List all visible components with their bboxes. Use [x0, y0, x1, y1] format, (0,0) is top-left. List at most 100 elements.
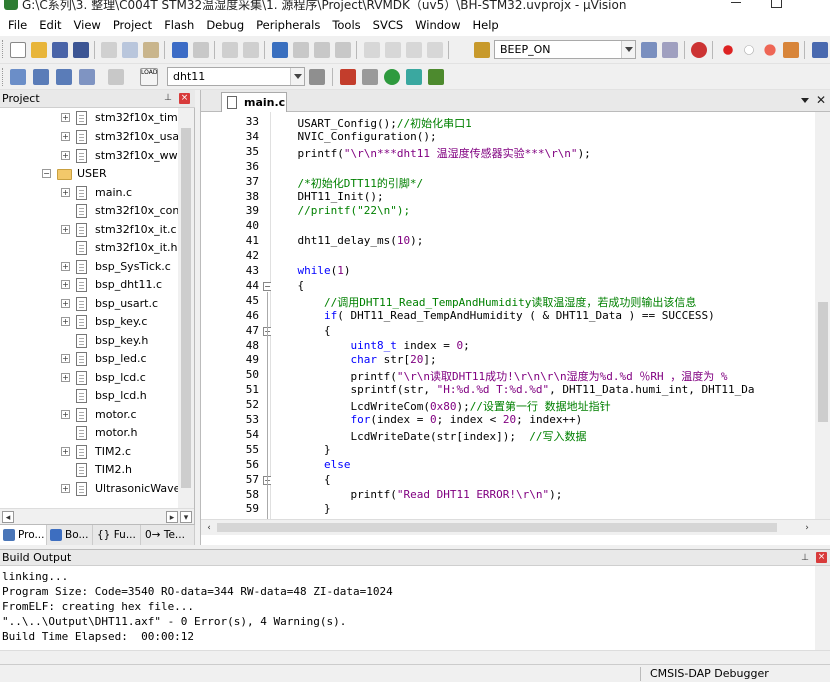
comment-icon[interactable] — [406, 42, 422, 58]
tree-item[interactable]: + stm32f10x_it.c — [0, 221, 178, 239]
chevron-down-icon[interactable] — [621, 41, 635, 58]
save-icon[interactable] — [52, 42, 68, 58]
pin-icon[interactable]: ⊥ — [163, 93, 173, 103]
tree-folder-user[interactable]: − USER — [0, 165, 178, 183]
bookmark-icon[interactable] — [272, 42, 288, 58]
redo-icon[interactable] — [193, 42, 209, 58]
close-icon[interactable]: × — [816, 552, 827, 563]
menu-view[interactable]: View — [68, 14, 107, 36]
chevron-down-icon[interactable] — [290, 68, 304, 85]
tree-item[interactable]: + stm32f10x_wwdg — [0, 147, 178, 165]
rte-icon[interactable] — [362, 69, 378, 85]
window-config-icon[interactable] — [812, 42, 828, 58]
expand-icon[interactable]: + — [61, 299, 70, 308]
build-output-text[interactable]: linking... Program Size: Code=3540 RO-da… — [0, 570, 815, 648]
expand-icon[interactable]: + — [61, 151, 70, 160]
menu-flash[interactable]: Flash — [158, 14, 200, 36]
open-folder-icon[interactable] — [31, 42, 47, 58]
tab-project[interactable]: Pro... — [0, 525, 47, 545]
stop-build-icon[interactable] — [108, 69, 124, 85]
tree-item[interactable]: motor.h — [0, 424, 178, 442]
tree-item[interactable]: + bsp_led.c — [0, 350, 178, 368]
tree-item[interactable]: + stm32f10x_tim.c — [0, 109, 178, 127]
menu-tools[interactable]: Tools — [326, 14, 366, 36]
toolbar-grip[interactable] — [2, 68, 5, 86]
project-target-combo[interactable]: dht11 — [167, 67, 305, 86]
build-horizontal-scrollbar[interactable] — [0, 650, 830, 665]
copy-icon[interactable] — [122, 42, 138, 58]
menu-file[interactable]: File — [2, 14, 33, 36]
tree-item[interactable]: + main.c — [0, 184, 178, 202]
tree-item[interactable]: TIM2.h — [0, 461, 178, 479]
tree-item[interactable]: + motor.c — [0, 406, 178, 424]
scroll-right-icon[interactable]: ▸ — [166, 511, 178, 523]
expand-icon[interactable]: + — [61, 225, 70, 234]
tree-item[interactable]: + UltrasonicWave.c — [0, 480, 178, 498]
scroll-left-icon[interactable]: ‹ — [203, 522, 215, 534]
find-icon[interactable] — [641, 42, 657, 58]
editor-horizontal-scrollbar[interactable]: ‹ › — [201, 519, 830, 535]
tab-templates[interactable]: 0→ Te... — [141, 525, 195, 545]
scroll-down-icon[interactable]: ▾ — [180, 511, 192, 523]
unindent-icon[interactable] — [385, 42, 401, 58]
chevron-down-icon[interactable] — [801, 98, 809, 103]
menu-help[interactable]: Help — [467, 14, 505, 36]
scrollbar-thumb[interactable] — [217, 523, 777, 532]
close-icon[interactable]: ✕ — [816, 93, 826, 107]
tree-item[interactable]: + bsp_lcd.c — [0, 369, 178, 387]
new-file-icon[interactable] — [10, 42, 26, 58]
translate-icon[interactable] — [10, 69, 26, 85]
tree-item[interactable]: bsp_key.h — [0, 332, 178, 350]
expand-icon[interactable]: + — [61, 447, 70, 456]
kill-breakpoints-icon[interactable] — [764, 44, 776, 56]
pin-icon[interactable]: ⊥ — [800, 553, 810, 563]
select-software-packs-icon[interactable] — [428, 69, 444, 85]
tree-item[interactable]: + bsp_dht11.c — [0, 276, 178, 294]
load-icon[interactable]: LOAD — [140, 68, 158, 86]
incremental-find-icon[interactable] — [662, 42, 678, 58]
tree-item[interactable]: + stm32f10x_usart. — [0, 128, 178, 146]
editor-vertical-scrollbar[interactable] — [815, 112, 830, 519]
tree-vertical-scrollbar[interactable] — [178, 108, 194, 508]
prev-bookmark-icon[interactable] — [293, 42, 309, 58]
expand-icon[interactable]: + — [61, 373, 70, 382]
maximize-button[interactable] — [756, 0, 796, 14]
tree-item[interactable]: stm32f10x_conf. — [0, 202, 178, 220]
tree-item[interactable]: bsp_lcd.h — [0, 387, 178, 405]
find-in-files-icon[interactable] — [474, 42, 490, 58]
expand-icon[interactable]: + — [61, 280, 70, 289]
expand-icon[interactable]: + — [61, 317, 70, 326]
collapse-icon[interactable]: − — [42, 169, 51, 178]
navigate-forward-icon[interactable] — [243, 42, 259, 58]
undo-icon[interactable] — [172, 42, 188, 58]
expand-icon[interactable]: + — [61, 132, 70, 141]
navigate-back-icon[interactable] — [222, 42, 238, 58]
scrollbar-thumb[interactable] — [181, 128, 191, 488]
menu-debug[interactable]: Debug — [200, 14, 250, 36]
rebuild-icon[interactable] — [56, 69, 72, 85]
tree-horizontal-scrollbar[interactable]: ◂ ▸ ▾ — [0, 508, 194, 524]
paste-icon[interactable] — [143, 42, 159, 58]
tree-item[interactable]: + TIM2.c — [0, 443, 178, 461]
tree-item[interactable]: + bsp_SysTick.c — [0, 258, 178, 276]
save-all-icon[interactable] — [73, 42, 89, 58]
tree-item[interactable]: + bsp_usart.c — [0, 295, 178, 313]
tree-item[interactable]: + bsp_key.c — [0, 313, 178, 331]
disable-all-breakpoints-icon[interactable] — [783, 42, 799, 58]
code-area[interactable]: USART_Config();//初始化串口1 NVIC_Configurati… — [271, 112, 815, 519]
expand-icon[interactable]: + — [61, 262, 70, 271]
manage-project-items-icon[interactable] — [340, 69, 356, 85]
target-combo[interactable]: BEEP_ON — [494, 40, 636, 59]
close-icon[interactable]: × — [179, 93, 190, 104]
disable-breakpoint-icon[interactable] — [744, 45, 754, 55]
menu-project[interactable]: Project — [107, 14, 158, 36]
menu-svcs[interactable]: SVCS — [367, 14, 410, 36]
breakpoint-icon[interactable] — [723, 45, 733, 55]
tree-item[interactable]: stm32f10x_it.h — [0, 239, 178, 257]
expand-icon[interactable]: + — [61, 410, 70, 419]
build-vertical-scrollbar[interactable] — [815, 566, 830, 650]
cut-icon[interactable] — [101, 42, 117, 58]
debug-session-icon[interactable] — [691, 42, 707, 58]
menu-peripherals[interactable]: Peripherals — [250, 14, 326, 36]
expand-icon[interactable]: + — [61, 113, 70, 122]
